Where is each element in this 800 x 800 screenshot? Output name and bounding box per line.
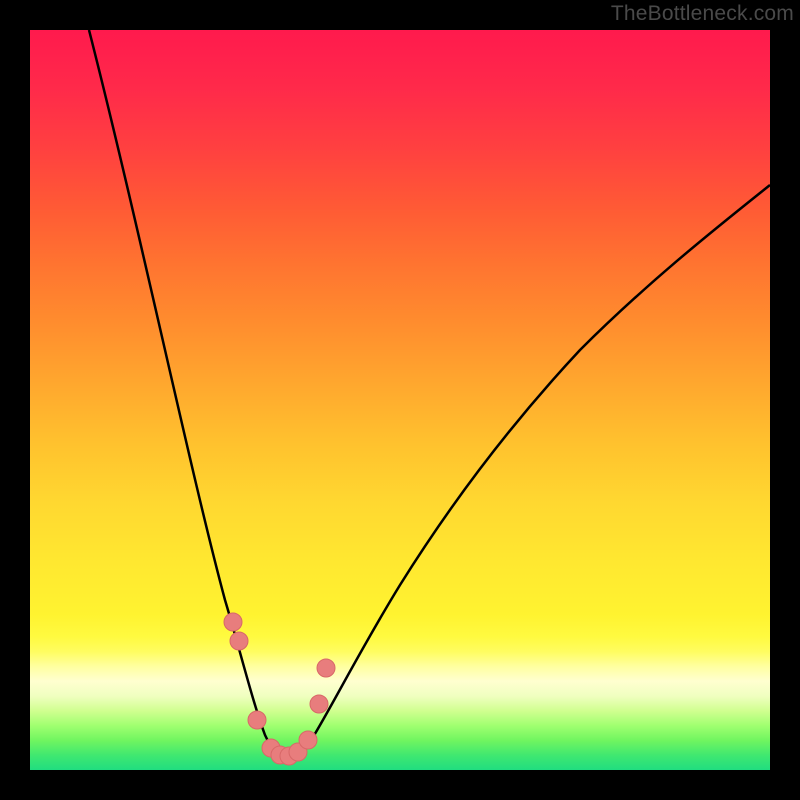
chart-svg	[30, 30, 770, 770]
watermark-text: TheBottleneck.com	[611, 2, 794, 26]
chart-container: TheBottleneck.com	[0, 0, 800, 800]
bottleneck-curve	[89, 30, 770, 760]
highlight-markers	[224, 613, 335, 765]
